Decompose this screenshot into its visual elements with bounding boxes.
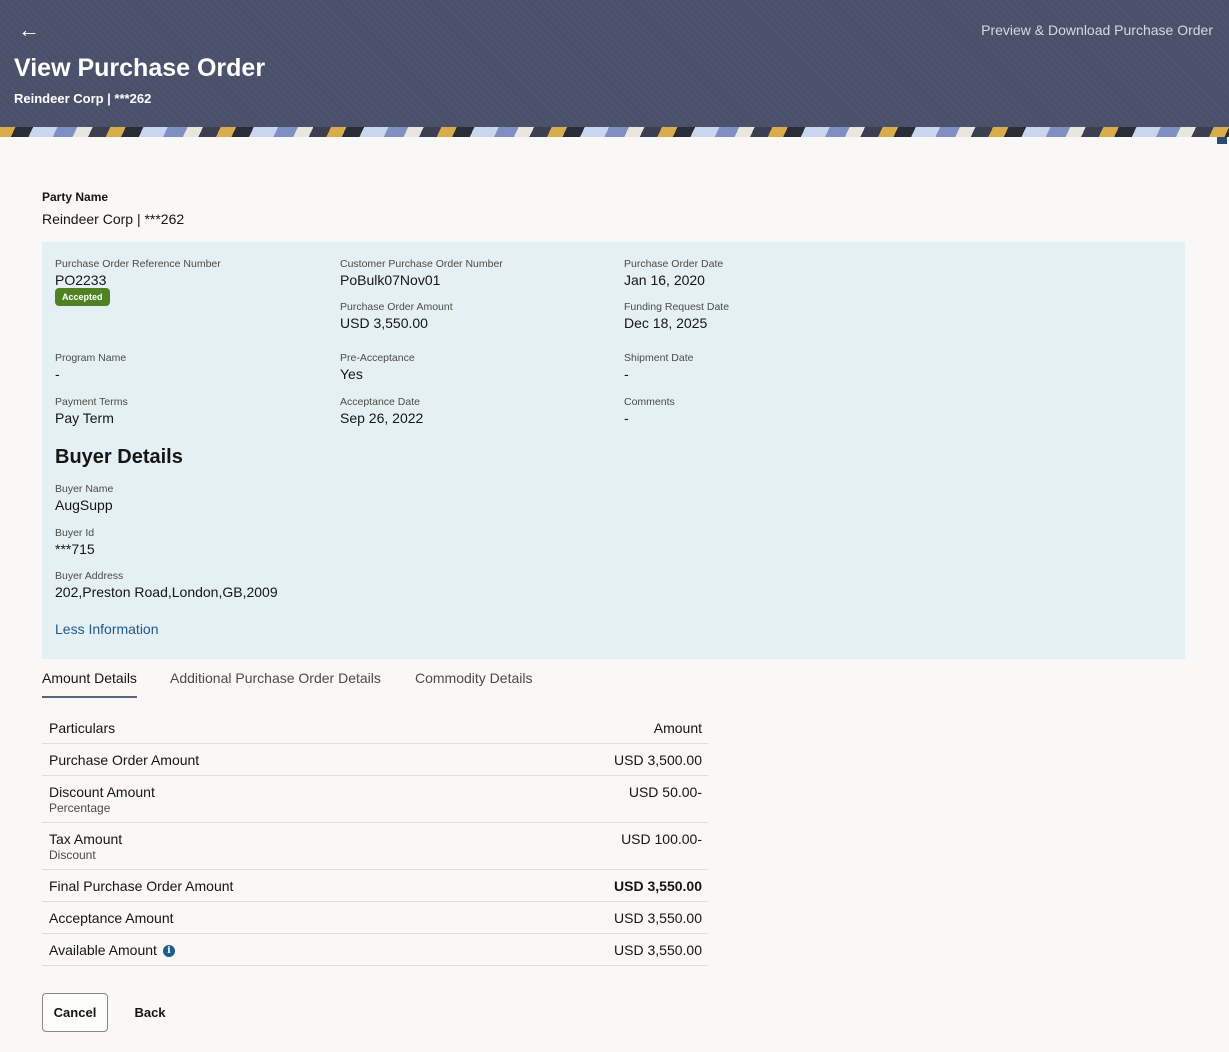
- acceptance-date-label: Acceptance Date: [340, 396, 420, 408]
- po-reference-value: PO2233: [55, 272, 107, 288]
- customer-po-label: Customer Purchase Order Number: [340, 258, 503, 270]
- row-amount: USD 100.00-: [621, 831, 702, 847]
- pre-acceptance-field: Pre-Acceptance Yes: [340, 352, 415, 382]
- row-particular: Final Purchase Order Amount: [49, 878, 234, 894]
- customer-po-value: PoBulk07Nov01: [340, 272, 441, 288]
- po-reference-label: Purchase Order Reference Number: [55, 258, 221, 270]
- buyer-details-heading: Buyer Details: [55, 446, 183, 468]
- row-amount: USD 50.00-: [628, 784, 702, 800]
- po-date-field: Purchase Order Date Jan 16, 2020: [624, 258, 723, 288]
- table-row: Purchase Order Amount USD 3,500.00: [42, 744, 708, 776]
- po-amount-field: Purchase Order Amount USD 3,550.00: [340, 301, 453, 331]
- table-row: Acceptance Amount USD 3,550.00: [42, 902, 708, 934]
- row-amount: USD 3,550.00: [614, 910, 702, 926]
- po-date-value: Jan 16, 2020: [624, 272, 705, 288]
- status-badge: Accepted: [55, 288, 110, 306]
- funding-date-value: Dec 18, 2025: [624, 315, 708, 331]
- page-header: ← View Purchase Order Reindeer Corp | **…: [0, 0, 1229, 137]
- info-icon[interactable]: i: [162, 945, 175, 957]
- comments-field: Comments -: [624, 396, 675, 426]
- table-row: Final Purchase Order Amount USD 3,550.00: [42, 870, 708, 902]
- amount-details-table: Particulars Amount Purchase Order Amount…: [42, 712, 708, 966]
- buyer-id-field: Buyer Id ***715: [55, 527, 95, 557]
- tab-amount-details[interactable]: Amount Details: [42, 670, 137, 698]
- funding-date-field: Funding Request Date Dec 18, 2025: [624, 301, 729, 331]
- less-information-link[interactable]: Less Information: [55, 621, 159, 637]
- pre-acceptance-value: Yes: [340, 366, 363, 382]
- buyer-name-value: AugSupp: [55, 497, 113, 513]
- pre-acceptance-label: Pre-Acceptance: [340, 352, 415, 364]
- page-subtitle: Reindeer Corp | ***262: [14, 91, 152, 106]
- column-header-amount: Amount: [653, 720, 702, 736]
- payment-terms-field: Payment Terms Pay Term: [55, 396, 128, 426]
- table-header-row: Particulars Amount: [42, 712, 708, 744]
- shipment-date-field: Shipment Date -: [624, 352, 693, 382]
- row-amount: USD 3,550.00: [614, 942, 702, 958]
- header-decorative-stripe: [0, 127, 1229, 137]
- table-row: Available Amount i USD 3,550.00: [42, 934, 708, 966]
- comments-label: Comments: [624, 396, 675, 408]
- row-amount-final: USD 3,550.00: [614, 878, 702, 894]
- buyer-address-value: 202,Preston Road,London,GB,2009: [55, 584, 278, 600]
- buyer-id-value: ***715: [55, 541, 95, 557]
- comments-value: -: [624, 410, 629, 426]
- back-arrow-icon[interactable]: ←: [18, 18, 42, 42]
- row-subtext: Discount: [49, 848, 96, 862]
- payment-terms-label: Payment Terms: [55, 396, 128, 408]
- shipment-date-label: Shipment Date: [624, 352, 694, 364]
- po-date-label: Purchase Order Date: [624, 258, 724, 270]
- row-particular: Purchase Order Amount: [49, 752, 200, 768]
- program-name-field: Program Name -: [55, 352, 126, 382]
- buyer-name-field: Buyer Name AugSupp: [55, 483, 113, 513]
- buyer-address-label: Buyer Address: [55, 570, 124, 582]
- buyer-id-label: Buyer Id: [55, 527, 95, 539]
- row-particular: Discount Amount: [49, 784, 155, 800]
- back-button[interactable]: Back: [128, 993, 172, 1032]
- funding-date-label: Funding Request Date: [624, 301, 730, 313]
- buyer-name-label: Buyer Name: [55, 483, 114, 495]
- buyer-address-field: Buyer Address 202,Preston Road,London,GB…: [55, 570, 278, 600]
- party-name-value: Reindeer Corp | ***262: [42, 211, 185, 227]
- customer-po-field: Customer Purchase Order Number PoBulk07N…: [340, 258, 503, 288]
- po-amount-label: Purchase Order Amount: [340, 301, 453, 313]
- program-name-label: Program Name: [55, 352, 127, 364]
- row-particular-container: Available Amount i: [49, 942, 175, 958]
- po-amount-value: USD 3,550.00: [340, 315, 428, 331]
- cancel-button[interactable]: Cancel: [42, 993, 108, 1032]
- table-row: Discount Amount Percentage USD 50.00-: [42, 776, 708, 823]
- column-header-particulars: Particulars: [49, 720, 116, 736]
- shipment-date-value: -: [624, 366, 629, 382]
- row-amount: USD 3,500.00: [614, 752, 702, 768]
- purchase-order-info-panel: Purchase Order Reference Number PO2233 A…: [42, 242, 1185, 659]
- acceptance-date-value: Sep 26, 2022: [340, 410, 424, 426]
- row-particular: Acceptance Amount: [49, 910, 174, 926]
- row-particular: Tax Amount: [49, 831, 123, 847]
- table-row: Tax Amount Discount USD 100.00-: [42, 823, 708, 870]
- row-subtext: Percentage: [49, 801, 111, 815]
- scroll-indicator: [1217, 137, 1227, 144]
- page-title: View Purchase Order: [14, 54, 266, 82]
- row-particular: Available Amount: [49, 942, 157, 958]
- payment-terms-value: Pay Term: [55, 410, 114, 426]
- po-reference-field: Purchase Order Reference Number PO2233: [55, 258, 221, 288]
- tab-additional-po-details[interactable]: Additional Purchase Order Details: [170, 670, 381, 696]
- program-name-value: -: [55, 366, 60, 382]
- tab-commodity-details[interactable]: Commodity Details: [415, 670, 532, 696]
- preview-download-link[interactable]: Preview & Download Purchase Order: [981, 22, 1213, 38]
- party-name-label: Party Name: [42, 190, 109, 204]
- acceptance-date-field: Acceptance Date Sep 26, 2022: [340, 396, 423, 426]
